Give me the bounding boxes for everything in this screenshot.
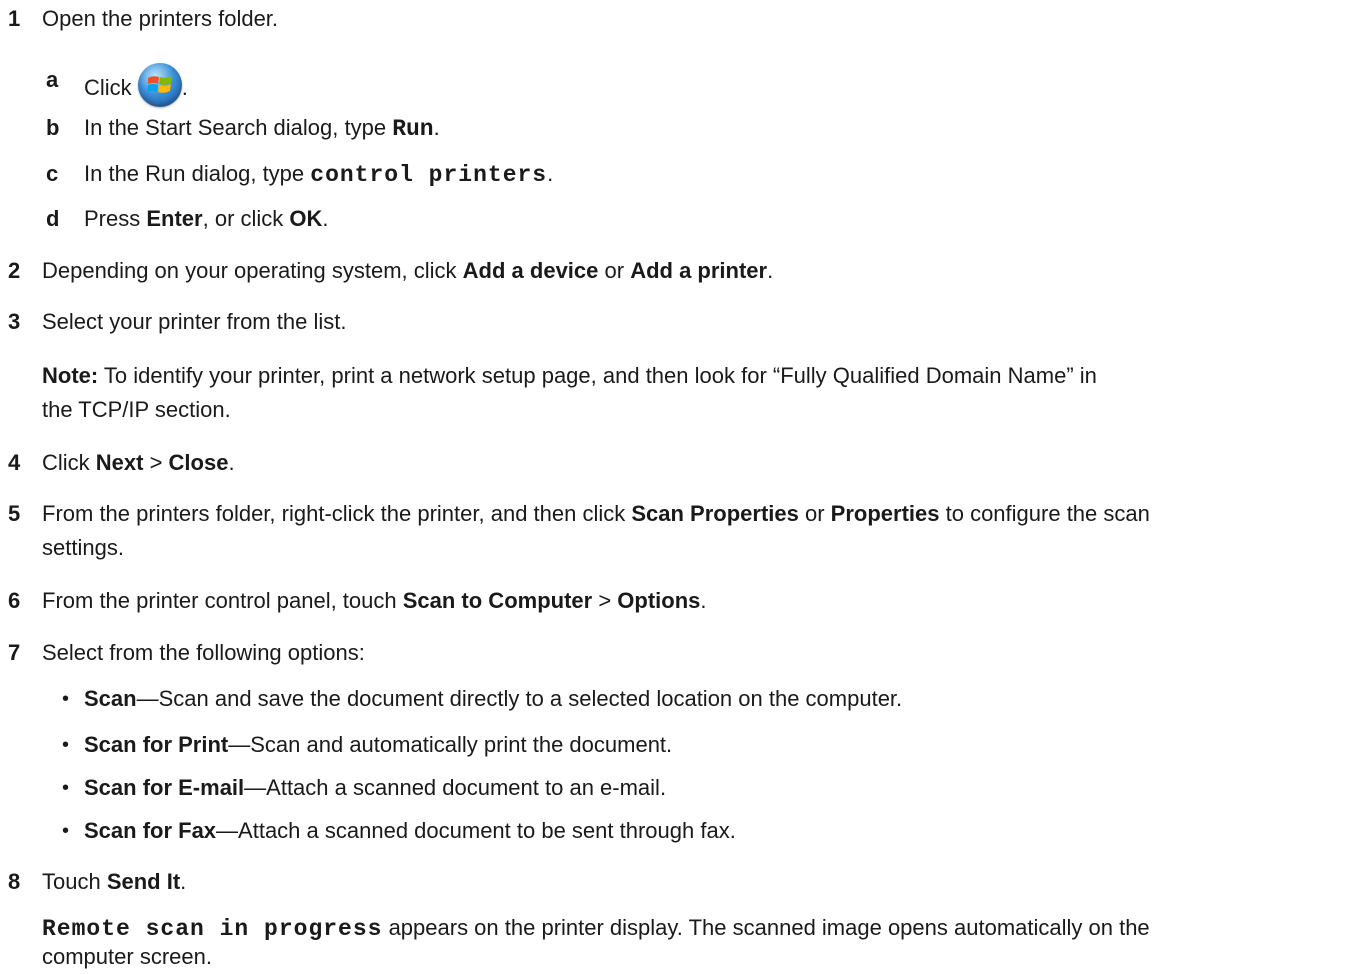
step-text: Depending on your operating system, clic… — [42, 258, 774, 283]
option-label: Scan for Print — [84, 732, 229, 757]
substep-text: Press Enter, or click OK. — [84, 206, 329, 231]
step-text: Touch Send It. — [42, 869, 187, 894]
step-number: 2 — [8, 258, 21, 283]
code-text: Remote scan in progress — [42, 916, 383, 942]
windows-start-icon — [137, 63, 182, 107]
code-text: Run — [392, 116, 434, 142]
step-text: Open the printers folder. — [42, 6, 279, 31]
option-desc: —Scan and automatically print the docume… — [228, 732, 673, 757]
substep-text: In the Start Search dialog, type Run. — [84, 115, 440, 142]
step-text: From the printer control panel, touch Sc… — [42, 588, 707, 613]
option-label: Scan — [84, 686, 137, 711]
substep-letter: c — [46, 161, 59, 186]
option-label: Scan for E-mail — [84, 775, 245, 800]
substep-text: In the Run dialog, type control printers… — [84, 161, 554, 188]
bullet-icon: • — [62, 688, 70, 710]
option-desc: —Scan and save the document directly to … — [136, 686, 903, 711]
bullet-icon: • — [62, 777, 70, 799]
option-label: Scan for Fax — [84, 818, 217, 843]
step-number: 7 — [8, 640, 21, 665]
note-label: Note: — [42, 363, 99, 388]
step-number: 5 — [8, 501, 21, 526]
step-number: 6 — [8, 588, 21, 613]
substep-letter: b — [46, 115, 60, 140]
step-number: 4 — [8, 450, 21, 475]
step-text: Click Next > Close. — [42, 450, 235, 475]
note-text-line1: To identify your printer, print a networ… — [98, 363, 1097, 388]
result-text: appears on the printer display. The scan… — [382, 915, 1150, 940]
step-text: Select from the following options: — [42, 640, 365, 665]
step-text: Select your printer from the list. — [42, 309, 347, 334]
substep-letter: a — [46, 67, 59, 92]
result-text-line2: computer screen. — [42, 944, 212, 969]
bullet-icon: • — [62, 820, 70, 842]
substep-text: Click . — [84, 63, 188, 111]
substep-letter: d — [46, 206, 60, 231]
step-number: 8 — [8, 869, 21, 894]
step-text: From the printers folder, right-click th… — [42, 501, 1150, 526]
code-text: control printers — [310, 162, 548, 188]
note-text-line2: the TCP/IP section. — [42, 397, 231, 422]
option-desc: —Attach a scanned document to be sent th… — [216, 818, 736, 843]
step-number: 1 — [8, 6, 21, 31]
step-text-line2: settings. — [42, 535, 124, 560]
step-number: 3 — [8, 309, 21, 334]
option-desc: —Attach a scanned document to an e-mail. — [244, 775, 667, 800]
bullet-icon: • — [62, 734, 70, 756]
